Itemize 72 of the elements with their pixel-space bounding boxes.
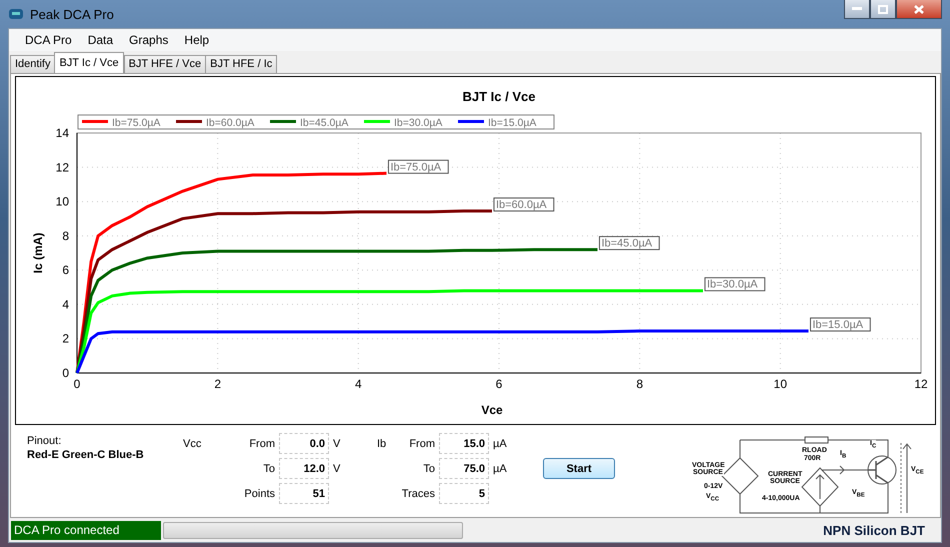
x-tick-label: 0 xyxy=(74,377,80,391)
y-tick-label: 8 xyxy=(62,228,69,243)
input-field[interactable]: 0.0 xyxy=(279,433,329,454)
legend-label: Ib=45.0µA xyxy=(300,117,348,129)
minimize-button[interactable] xyxy=(844,0,870,19)
y-tick-label: 6 xyxy=(62,263,69,278)
annotation: Ib=15.0µA xyxy=(812,319,864,331)
trace-end-label: Ib=60.0µA xyxy=(493,198,554,212)
input-field[interactable]: 75.0 xyxy=(439,458,489,479)
pinout-value: Red-E Green-C Blue-B xyxy=(27,449,145,461)
y-tick-label: 0 xyxy=(62,366,69,380)
maximize-button[interactable] xyxy=(870,0,896,19)
x-tick-label: 12 xyxy=(914,377,928,391)
window-title: Peak DCA Pro xyxy=(30,6,114,22)
field-label: Points xyxy=(243,488,275,500)
trace-end-label: Ib=30.0µA xyxy=(704,277,766,292)
annotation: Ib=45.0µA xyxy=(601,238,653,250)
menu-item[interactable]: DCA Pro xyxy=(17,33,80,47)
tab[interactable]: BJT HFE / Vce xyxy=(124,55,206,73)
tab[interactable]: Identify xyxy=(10,55,56,73)
x-tick-label: 8 xyxy=(636,377,643,391)
pinout-label: Pinout: xyxy=(27,435,62,447)
legend-label: Ib=75.0µA xyxy=(112,117,160,129)
menu-item[interactable]: Graphs xyxy=(121,33,176,47)
x-tick-label: 6 xyxy=(496,377,502,391)
menu-item[interactable]: Data xyxy=(80,33,122,47)
close-button[interactable] xyxy=(896,0,942,19)
input-field[interactable]: 5 xyxy=(439,483,489,504)
x-tick-label: 4 xyxy=(355,377,362,391)
y-axis-label: Ic (mA) xyxy=(31,232,45,274)
y-tick-label: 10 xyxy=(56,194,69,209)
y-tick-label: 4 xyxy=(62,297,69,312)
field-label: To xyxy=(262,462,275,474)
unit-label: V xyxy=(333,438,342,450)
trace-end-label: Ib=45.0µA xyxy=(598,236,660,250)
start-button[interactable]: Start xyxy=(543,458,615,479)
tab[interactable]: BJT Ic / Vce xyxy=(54,52,124,73)
maximize-icon xyxy=(878,4,888,14)
legend-label: Ib=60.0µA xyxy=(206,117,254,129)
annotation: Ib=60.0µA xyxy=(496,199,548,211)
x-tick-label: 2 xyxy=(214,377,221,391)
vcc-label: Vcc xyxy=(183,438,202,450)
unit-label: µA xyxy=(493,462,508,474)
connection-status: DCA Pro connected xyxy=(11,520,161,540)
legend-label: Ib=30.0µA xyxy=(394,117,442,129)
legend-label: Ib=15.0µA xyxy=(488,117,536,129)
field-label: From xyxy=(248,438,275,450)
trace-end-label: Ib=15.0µA xyxy=(810,318,871,332)
minimize-icon xyxy=(852,7,862,11)
input-field[interactable]: 12.0 xyxy=(279,458,329,479)
field-label: Traces xyxy=(400,488,435,500)
ib-label: Ib xyxy=(377,438,388,450)
tab[interactable]: BJT HFE / Ic xyxy=(205,55,278,73)
annotation: Ib=75.0µA xyxy=(390,161,442,174)
unit-label: µA xyxy=(493,438,508,450)
y-tick-label: 2 xyxy=(62,332,69,346)
trace-end-label: Ib=75.0µA xyxy=(388,160,449,174)
x-tick-label: 10 xyxy=(774,377,788,391)
menu-item[interactable]: Help xyxy=(176,33,218,47)
chart-title: BJT Ic / Vce xyxy=(462,89,536,104)
device-type: NPN Silicon BJT xyxy=(823,522,925,538)
x-axis-label: Vce xyxy=(481,403,503,417)
input-field[interactable]: 51 xyxy=(279,483,329,504)
input-field[interactable]: 15.0 xyxy=(439,433,489,454)
unit-label: V xyxy=(333,462,342,474)
app-icon xyxy=(8,7,24,21)
annotation: Ib=30.0µA xyxy=(706,278,758,291)
y-tick-label: 12 xyxy=(56,160,69,174)
field-label: From xyxy=(408,438,435,450)
y-tick-label: 14 xyxy=(56,126,69,140)
field-label: To xyxy=(422,462,435,474)
close-icon xyxy=(914,4,924,14)
